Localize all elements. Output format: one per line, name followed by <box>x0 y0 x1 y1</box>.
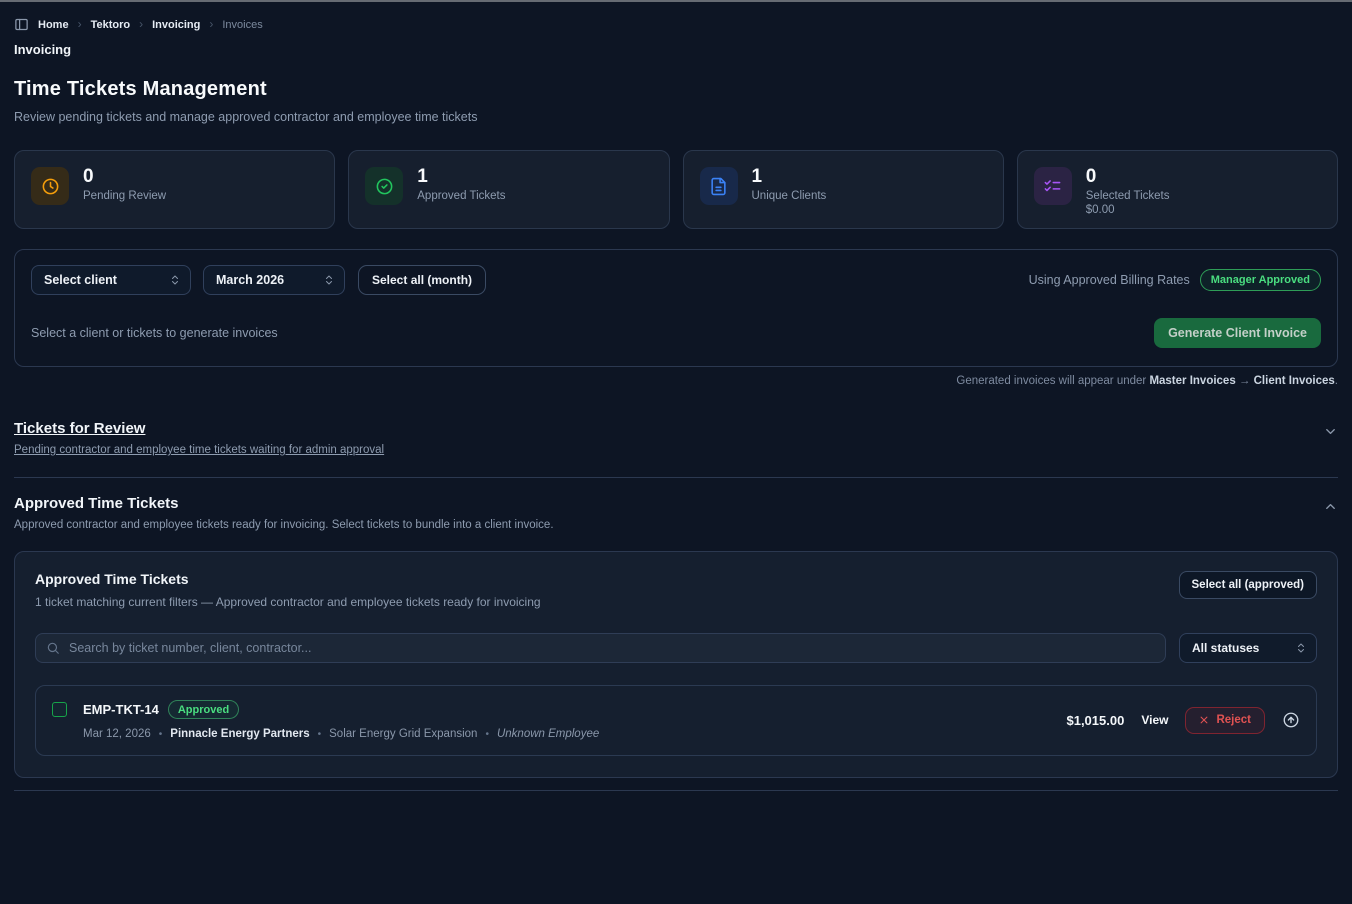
stat-card-selected-tickets: 0 Selected Tickets $0.00 <box>1017 150 1338 229</box>
tickets-for-review-section: Tickets for Review Pending contractor an… <box>14 420 1338 456</box>
checklist-icon <box>1034 167 1072 205</box>
ticket-worker: Unknown Employee <box>497 728 599 740</box>
page-section-label: Invoicing <box>14 42 1338 57</box>
stat-label: Approved Tickets <box>417 190 505 202</box>
breadcrumb-invoicing[interactable]: Invoicing <box>152 19 200 31</box>
approved-card-title: Approved Time Tickets <box>35 571 541 587</box>
bullet-separator <box>151 728 171 740</box>
month-select-value: March 2026 <box>216 273 284 287</box>
search-icon <box>46 641 60 660</box>
generate-client-invoice-button[interactable]: Generate Client Invoice <box>1154 318 1321 348</box>
ticket-meta: Mar 12, 2026 Pinnacle Energy Partners So… <box>83 728 599 740</box>
breadcrumb: Home › Tektoro › Invoicing › Invoices <box>14 2 1338 32</box>
select-all-approved-button[interactable]: Select all (approved) <box>1179 571 1317 599</box>
ticket-amount: $1,015.00 <box>1066 713 1124 728</box>
stat-card-approved-tickets: 1 Approved Tickets <box>348 150 669 229</box>
status-filter-select[interactable]: All statuses <box>1179 633 1317 663</box>
select-all-month-button[interactable]: Select all (month) <box>358 265 486 295</box>
ticket-search-input[interactable] <box>35 633 1166 663</box>
breadcrumb-home[interactable]: Home <box>38 19 69 31</box>
tickets-for-review-subtitle[interactable]: Pending contractor and employee time tic… <box>14 444 384 456</box>
stat-value: 1 <box>417 167 505 187</box>
ticket-row: EMP-TKT-14 Approved Mar 12, 2026 Pinnacl… <box>35 685 1317 756</box>
bottom-divider <box>14 790 1338 791</box>
clock-icon <box>31 167 69 205</box>
approved-tickets-subtitle: Approved contractor and employee tickets… <box>14 519 554 531</box>
chevrons-up-down-icon <box>323 274 335 286</box>
approved-tickets-card: Approved Time Tickets 1 ticket matching … <box>14 551 1338 778</box>
sidebar-toggle-icon[interactable] <box>14 17 29 32</box>
document-icon <box>700 167 738 205</box>
section-divider <box>14 477 1338 478</box>
approved-tickets-section: Approved Time Tickets Approved contracto… <box>14 495 1338 531</box>
generated-invoices-note: Generated invoices will appear under Mas… <box>14 375 1338 387</box>
stat-label: Selected Tickets <box>1086 190 1170 202</box>
client-select[interactable]: Select client <box>31 265 191 295</box>
view-button[interactable]: View <box>1141 713 1168 727</box>
status-filter-value: All statuses <box>1192 641 1259 655</box>
ticket-client: Pinnacle Energy Partners <box>170 728 309 740</box>
stat-value: 0 <box>83 167 166 187</box>
bullet-separator <box>310 728 330 740</box>
ticket-status-badge: Approved <box>168 700 239 719</box>
page-title: Time Tickets Management <box>14 78 1338 101</box>
ticket-id: EMP-TKT-14 <box>83 702 159 717</box>
month-select[interactable]: March 2026 <box>203 265 345 295</box>
manager-approved-badge: Manager Approved <box>1200 269 1321 291</box>
chevron-down-icon[interactable] <box>1323 420 1338 439</box>
chevron-right-icon: › <box>78 18 82 30</box>
chevrons-up-down-icon <box>169 274 181 286</box>
breadcrumb-tektoro[interactable]: Tektoro <box>91 19 131 31</box>
reject-button[interactable]: Reject <box>1185 707 1265 734</box>
stat-card-unique-clients: 1 Unique Clients <box>683 150 1004 229</box>
stat-card-pending-review: 0 Pending Review <box>14 150 335 229</box>
generate-helper-text: Select a client or tickets to generate i… <box>31 326 278 340</box>
chevron-right-icon: › <box>139 18 143 30</box>
invoice-generation-panel: Select client March 2026 Select all (mon… <box>14 249 1338 367</box>
ticket-checkbox[interactable] <box>52 702 67 717</box>
breadcrumb-invoices-current: Invoices <box>222 19 262 31</box>
tickets-for-review-title[interactable]: Tickets for Review <box>14 420 384 437</box>
chevron-up-icon[interactable] <box>1323 495 1338 514</box>
stat-sublabel-amount: $0.00 <box>1086 204 1170 216</box>
check-circle-icon <box>365 167 403 205</box>
stat-label: Unique Clients <box>752 190 827 202</box>
stat-value: 1 <box>752 167 827 187</box>
stat-label: Pending Review <box>83 190 166 202</box>
chevron-right-icon: › <box>209 18 213 30</box>
approved-card-subtitle: 1 ticket matching current filters — Appr… <box>35 595 541 609</box>
stat-value: 0 <box>1086 167 1170 187</box>
billing-rates-text: Using Approved Billing Rates <box>1029 273 1190 287</box>
bullet-separator <box>477 728 497 740</box>
x-icon <box>1199 715 1209 725</box>
client-select-value: Select client <box>44 273 117 287</box>
ticket-project: Solar Energy Grid Expansion <box>329 728 477 740</box>
stats-row: 0 Pending Review 1 Approved Tickets 1 Un… <box>14 150 1338 229</box>
ticket-date: Mar 12, 2026 <box>83 728 151 740</box>
approved-tickets-title: Approved Time Tickets <box>14 495 554 512</box>
page-subtitle: Review pending tickets and manage approv… <box>14 110 1338 124</box>
arrow-up-circle-icon[interactable] <box>1282 711 1300 729</box>
chevrons-up-down-icon <box>1295 642 1307 654</box>
